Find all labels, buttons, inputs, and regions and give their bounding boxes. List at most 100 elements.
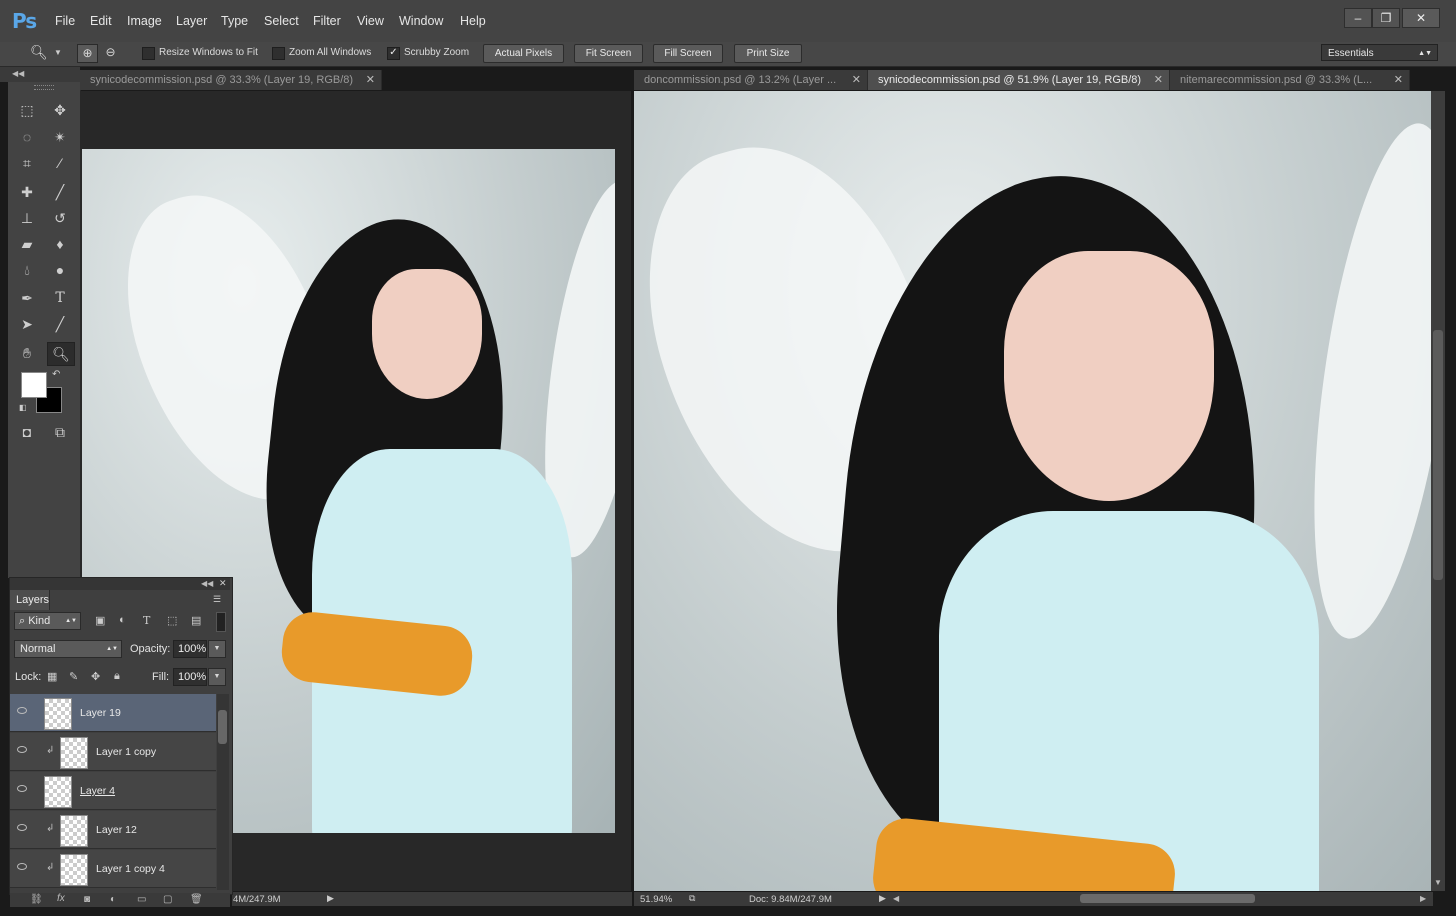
fill-input[interactable]: 100% <box>173 668 207 686</box>
eye-icon[interactable] <box>17 746 27 753</box>
blend-mode-select[interactable]: Normal ▲▼ <box>14 640 122 658</box>
collapse-icon[interactable]: ◀◀ <box>201 579 213 588</box>
hand-tool-icon[interactable]: ✋︎ <box>14 342 40 364</box>
filter-toggle-switch[interactable] <box>216 612 226 632</box>
tab-nitemarecommission[interactable]: nitemarecommission.psd @ 33.3% (L... ✕ <box>1170 70 1410 90</box>
horizontal-scrollbar-thumb[interactable] <box>1080 894 1255 903</box>
layers-tab[interactable]: Layers <box>10 590 50 610</box>
pen-icon[interactable]: ✒ <box>14 287 40 309</box>
right-document-canvas[interactable] <box>634 91 1431 891</box>
collapse-panel-icon[interactable]: ◀◀ <box>12 69 24 78</box>
line-tool-icon[interactable]: ╱ <box>47 313 73 335</box>
layer-row[interactable]: ↲ Layer 1 copy <box>10 733 216 771</box>
adjustment-layer-icon[interactable]: ◐ <box>110 894 116 905</box>
type-tool-icon[interactable]: T <box>47 287 73 309</box>
zoom-in-icon[interactable]: ⊕ <box>77 44 98 63</box>
close-icon[interactable]: ✕ <box>1394 70 1403 90</box>
tab-left-document[interactable]: synicodecommission.psd @ 33.3% (Layer 19… <box>80 70 382 90</box>
layer-row[interactable]: Layer 19 <box>10 694 216 732</box>
status-menu-arrow-icon[interactable]: ▶ <box>327 893 334 904</box>
fill-screen-button[interactable]: Fill Screen <box>653 44 723 63</box>
paint-bucket-icon[interactable]: ♦ <box>47 233 73 255</box>
foreground-color-swatch[interactable] <box>21 372 47 398</box>
rectangular-marquee-icon[interactable]: ⬚ <box>14 99 40 121</box>
brush-icon[interactable]: ╱ <box>47 181 73 203</box>
type-filter-icon[interactable]: T <box>143 614 150 627</box>
status-menu-arrow-icon[interactable]: ▶ <box>879 893 886 904</box>
zoom-tool-active-icon[interactable]: 🔍︎ <box>47 342 75 366</box>
menu-select[interactable]: Select <box>264 14 299 28</box>
panel-menu-icon[interactable]: ☰ <box>213 594 221 605</box>
layers-scrollbar-thumb[interactable] <box>218 710 227 744</box>
workspace-select[interactable]: Essentials ▲▼ <box>1321 44 1438 61</box>
menu-window[interactable]: Window <box>399 14 443 28</box>
screen-mode-icon[interactable]: ⧉ <box>47 421 73 443</box>
close-icon[interactable]: ✕ <box>219 578 227 589</box>
menu-view[interactable]: View <box>357 14 384 28</box>
new-layer-icon[interactable]: ▢ <box>163 894 172 905</box>
tab-synicodecommission[interactable]: synicodecommission.psd @ 51.9% (Layer 19… <box>868 70 1170 90</box>
lock-pixels-icon[interactable]: ✎ <box>69 670 78 683</box>
share-icon[interactable]: ⧉ <box>689 893 695 904</box>
fill-dropdown-icon[interactable]: ▼ <box>208 668 226 686</box>
eye-icon[interactable] <box>17 707 27 714</box>
kind-filter-select[interactable]: ⌕ Kind ▲▼ <box>14 612 81 630</box>
menu-file[interactable]: File <box>55 14 75 28</box>
healing-brush-icon[interactable]: ✚ <box>14 181 40 203</box>
eyedropper-icon[interactable]: ⁄ <box>47 152 73 174</box>
shape-filter-icon[interactable]: ⬚ <box>167 614 177 627</box>
close-icon[interactable]: ✕ <box>366 70 375 90</box>
eraser-icon[interactable]: ▰ <box>14 233 40 255</box>
tool-preset-dropdown-icon[interactable]: ▼ <box>54 48 62 57</box>
smart-object-filter-icon[interactable]: ▤ <box>191 614 201 627</box>
swap-colors-icon[interactable]: ↶ <box>52 369 60 380</box>
menu-type[interactable]: Type <box>221 14 248 28</box>
zoom-tool-icon[interactable]: 🔍︎ <box>30 44 48 61</box>
lasso-icon[interactable]: ◌ <box>14 126 40 148</box>
close-icon[interactable]: ✕ <box>852 70 861 90</box>
layer-row[interactable]: ↲ Layer 12 <box>10 811 216 849</box>
eye-icon[interactable] <box>17 863 27 870</box>
crop-icon[interactable]: ⌗ <box>14 152 40 174</box>
history-brush-icon[interactable]: ↺ <box>47 207 73 229</box>
zoom-out-icon[interactable]: ⊖ <box>101 44 120 61</box>
link-layers-icon[interactable]: ⛓ <box>30 894 43 905</box>
menu-image[interactable]: Image <box>127 14 162 28</box>
vertical-scrollbar-thumb[interactable] <box>1433 330 1443 580</box>
layer-row[interactable]: ↲ Layer 1 copy 4 <box>10 850 216 888</box>
fit-screen-button[interactable]: Fit Screen <box>574 44 643 63</box>
dodge-icon[interactable]: ● <box>47 259 73 281</box>
minimize-button[interactable]: – <box>1344 8 1372 28</box>
move-tool-icon[interactable]: ✥ <box>47 99 73 121</box>
menu-edit[interactable]: Edit <box>90 14 112 28</box>
magic-wand-icon[interactable]: ✴ <box>47 126 73 148</box>
resize-windows-checkbox[interactable] <box>142 47 155 60</box>
lock-all-icon[interactable]: 🔒︎ <box>114 670 120 683</box>
lock-position-icon[interactable]: ✥ <box>91 670 100 683</box>
tab-doncommission[interactable]: doncommission.psd @ 13.2% (Layer ... ✕ <box>634 70 868 90</box>
scroll-right-arrow-icon[interactable]: ▶ <box>1420 894 1426 903</box>
layer-row[interactable]: Layer 4 <box>10 772 216 810</box>
blur-icon[interactable]: 💧︎ <box>14 259 40 281</box>
scrubby-zoom-checkbox[interactable]: ✓ <box>387 47 400 60</box>
fx-icon[interactable]: fx <box>57 893 65 904</box>
menu-layer[interactable]: Layer <box>176 14 207 28</box>
opacity-dropdown-icon[interactable]: ▼ <box>208 640 226 658</box>
eye-icon[interactable] <box>17 785 27 792</box>
opacity-input[interactable]: 100% <box>173 640 207 658</box>
default-colors-icon[interactable]: ◧ <box>19 403 27 412</box>
add-mask-icon[interactable]: ◙ <box>84 894 90 905</box>
toolbox-grip[interactable] <box>34 85 54 90</box>
close-button[interactable]: ✕ <box>1402 8 1440 28</box>
zoom-level[interactable]: 51.94% <box>640 894 672 905</box>
clone-stamp-icon[interactable]: ⊥ <box>14 207 40 229</box>
zoom-all-windows-checkbox[interactable] <box>272 47 285 60</box>
adjustment-filter-icon[interactable]: ◐ <box>119 614 126 626</box>
pixel-layer-filter-icon[interactable]: ▣ <box>95 614 105 627</box>
menu-filter[interactable]: Filter <box>313 14 341 28</box>
new-group-icon[interactable]: ▭ <box>137 894 146 905</box>
scroll-left-arrow-icon[interactable]: ◀ <box>893 894 899 903</box>
lock-transparency-icon[interactable]: ▦ <box>47 670 57 683</box>
trash-icon[interactable]: 🗑︎ <box>190 894 203 905</box>
menu-help[interactable]: Help <box>460 14 486 28</box>
